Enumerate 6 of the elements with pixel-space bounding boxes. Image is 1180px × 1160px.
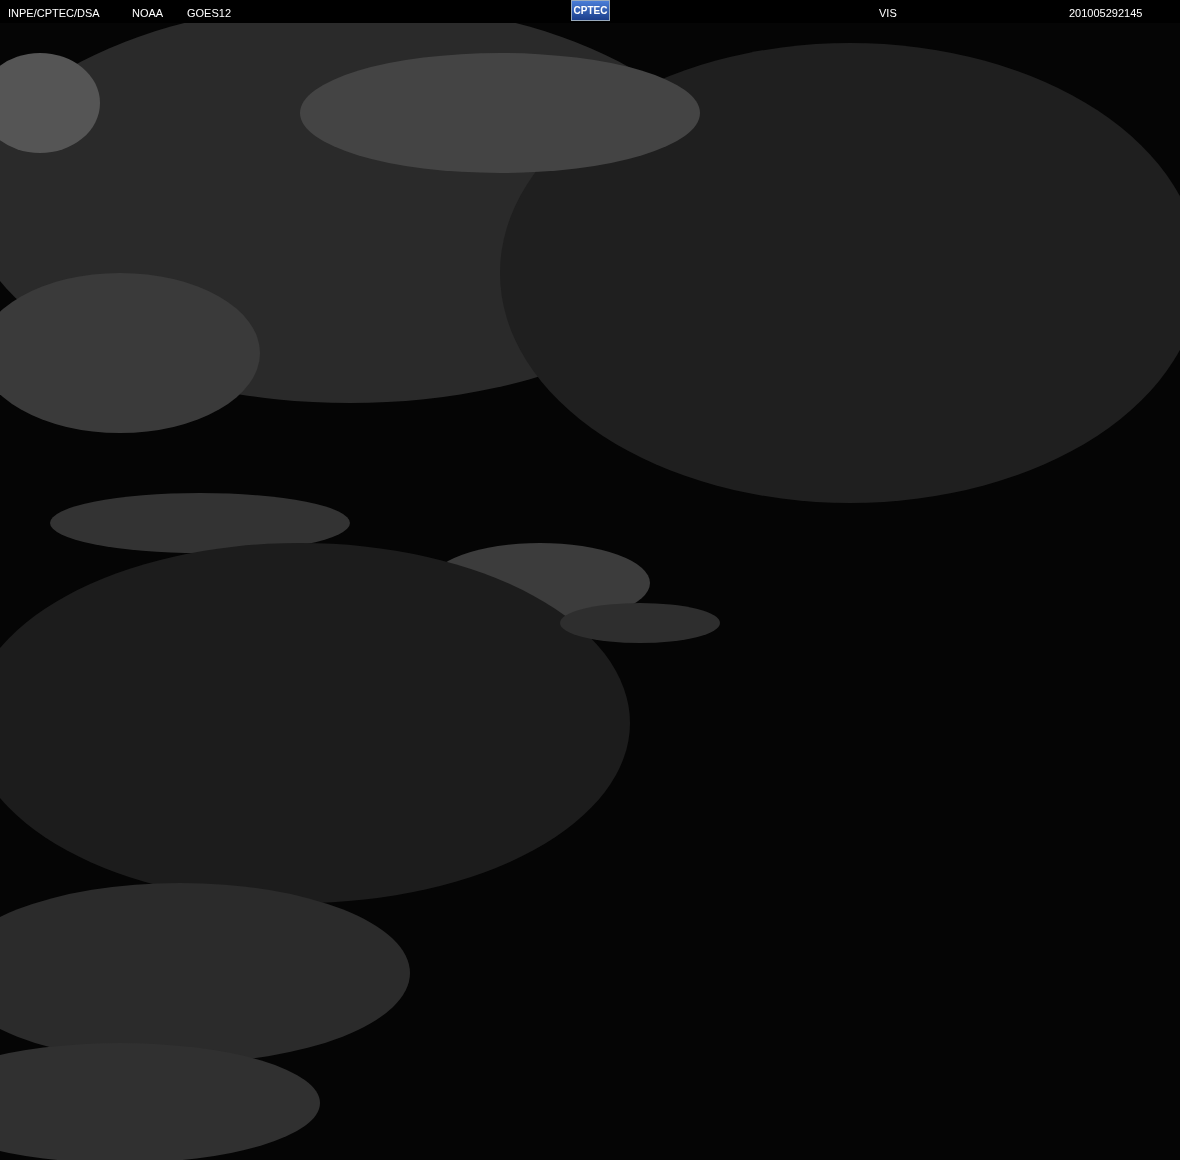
channel-label: VIS (879, 6, 897, 21)
timestamp-label: 201005292145 (1069, 6, 1143, 21)
logo: CPTEC (571, 0, 610, 21)
agency-label: NOAA (132, 6, 164, 21)
source-label: INPE/CPTEC/DSA (8, 6, 100, 21)
satellite-label: GOES12 (187, 6, 232, 21)
